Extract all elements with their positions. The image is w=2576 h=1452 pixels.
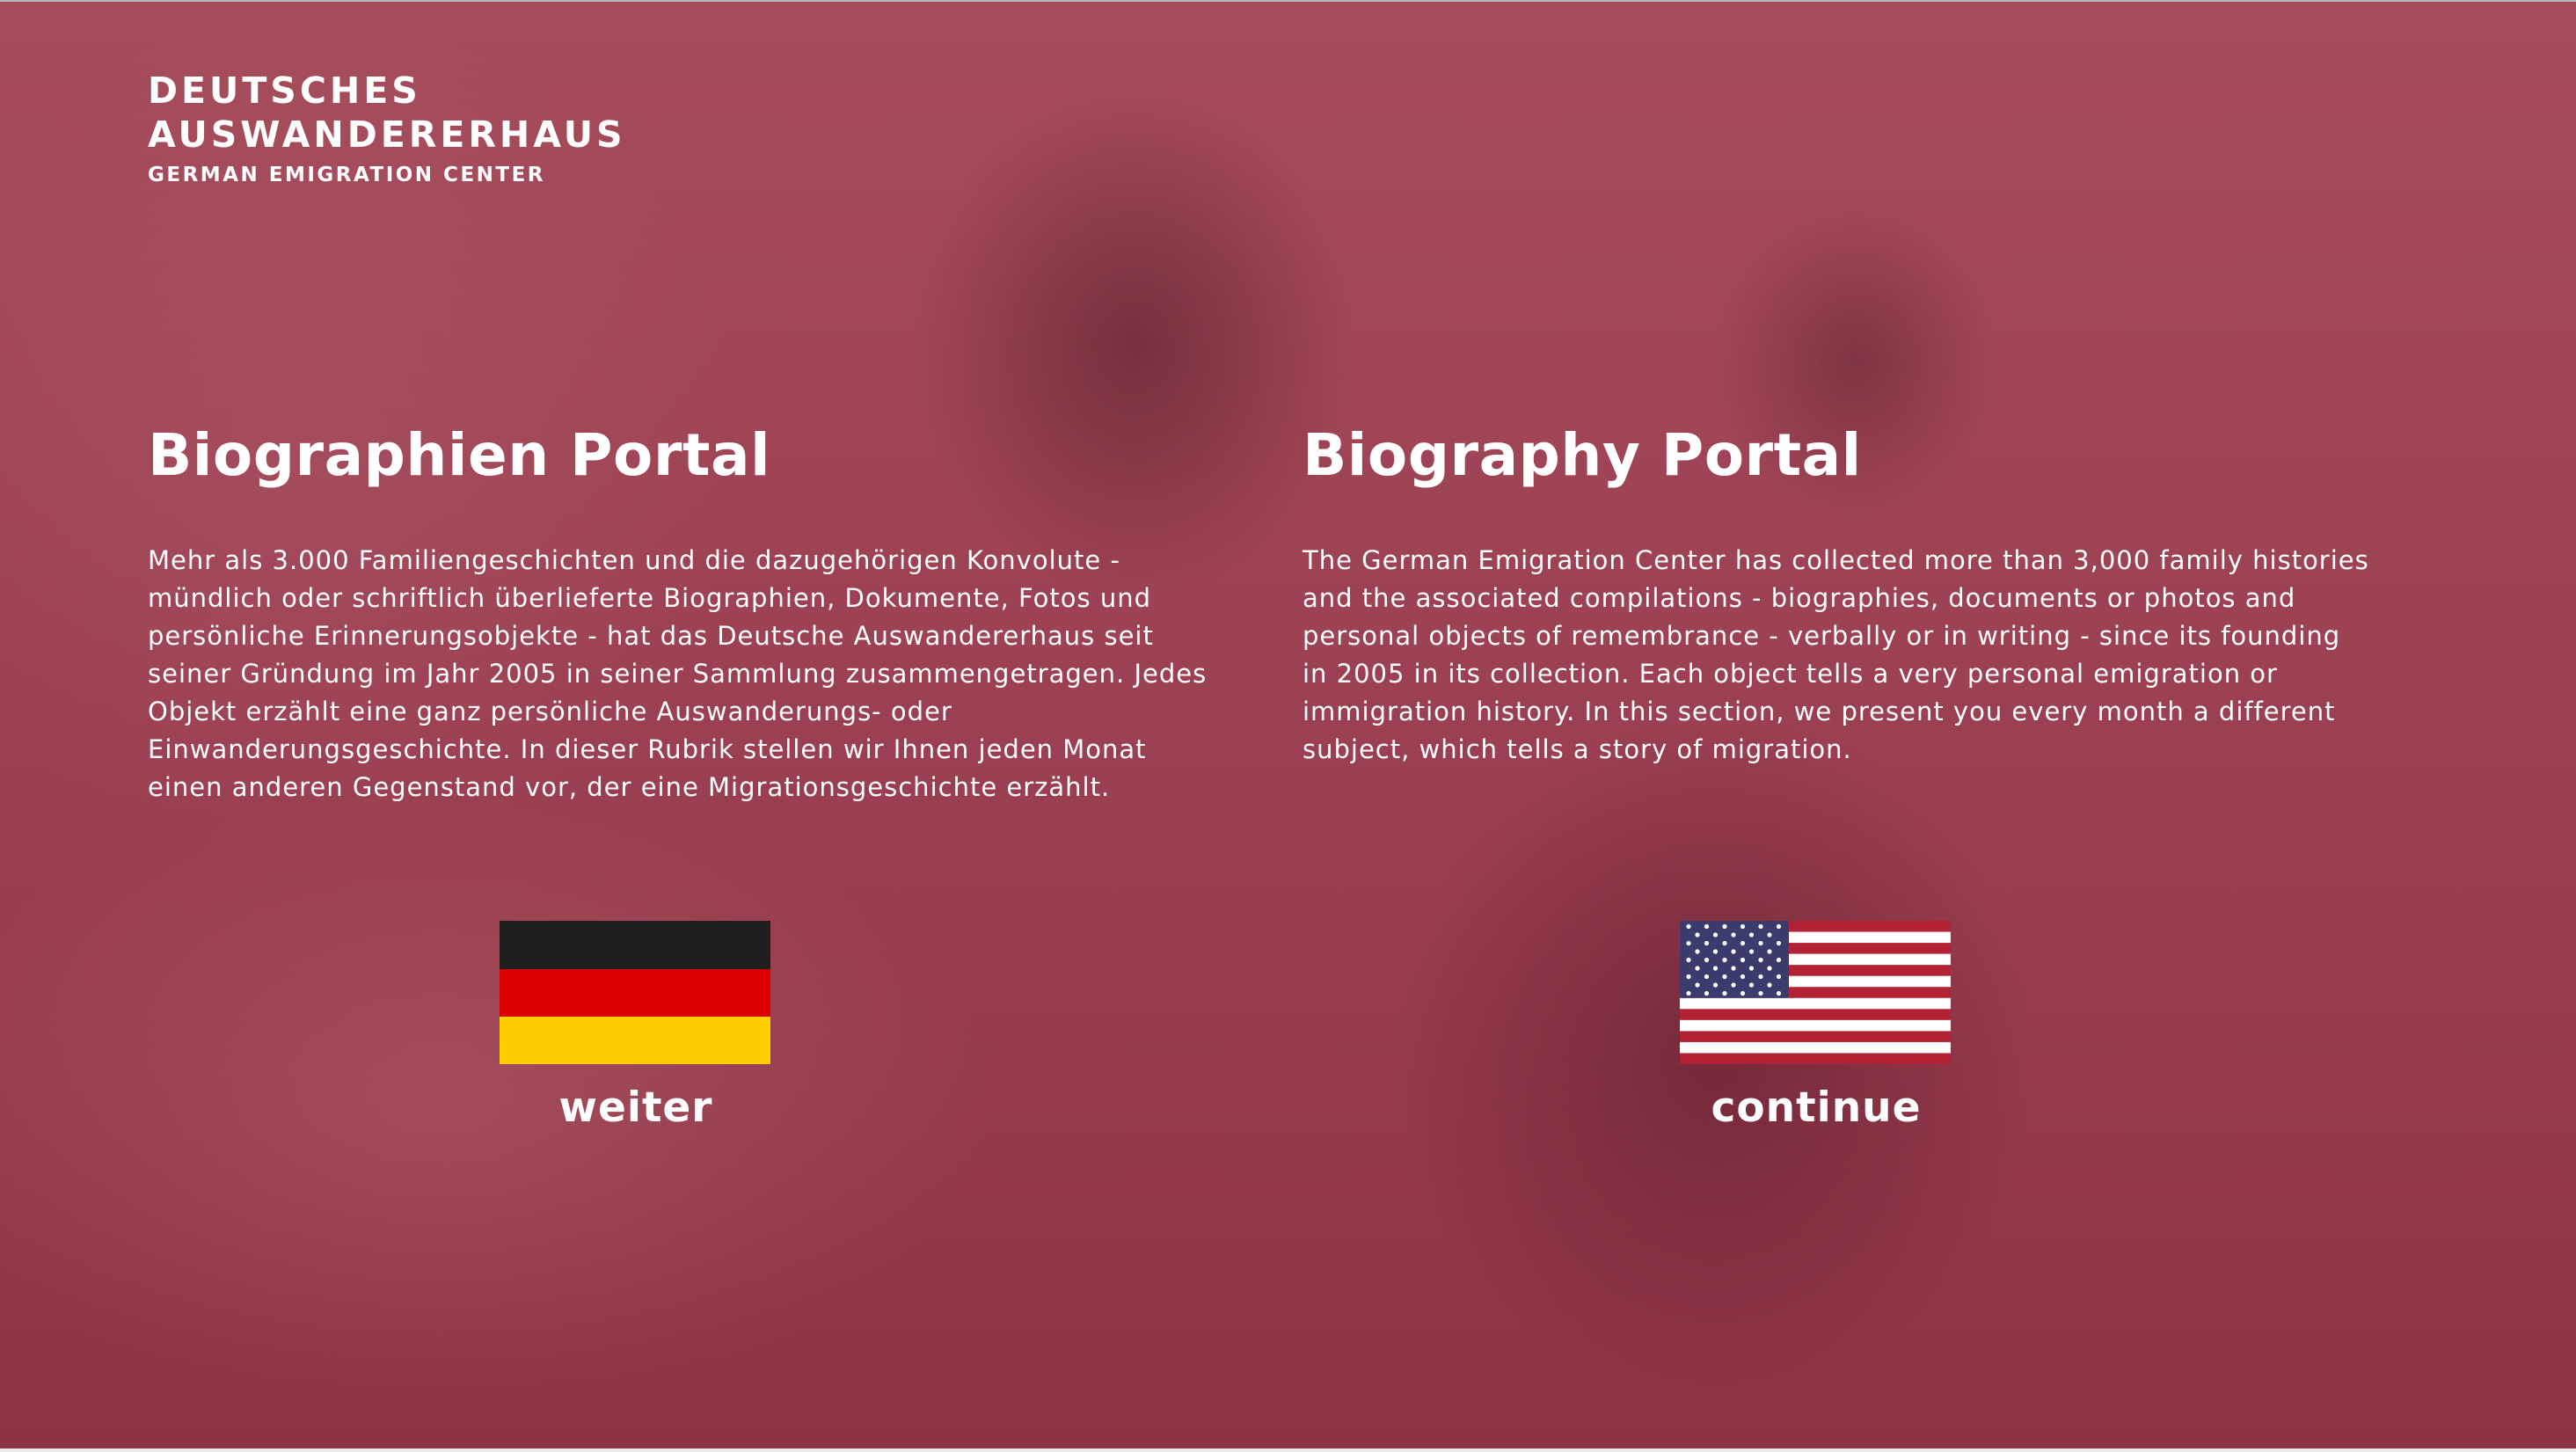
english-section: Biography Portal The German Emigration C… [1303, 413, 2437, 769]
english-continue-button[interactable]: continue [1680, 921, 1952, 1132]
german-description: Mehr als 3.000 Familiengeschichten und d… [148, 545, 1208, 802]
german-title: Biographien Portal [148, 421, 771, 489]
german-section: Biographien Portal Mehr als 3.000 Famili… [148, 413, 1282, 806]
logo-line-2: AUSWANDERERHAUS [148, 113, 626, 156]
english-continue-label[interactable]: continue [1680, 1084, 1952, 1132]
german-flag-icon[interactable] [500, 921, 770, 1064]
english-description: The German Emigration Center has collect… [1303, 545, 2369, 764]
us-flag-icon[interactable] [1680, 921, 1951, 1064]
bottom-border [0, 1448, 2576, 1452]
logo[interactable]: DEUTSCHES AUSWANDERERHAUS GERMAN EMIGRAT… [148, 69, 626, 186]
logo-subtitle: GERMAN EMIGRATION CENTER [148, 164, 546, 186]
english-title: Biography Portal [1303, 421, 1862, 489]
german-continue-label[interactable]: weiter [500, 1084, 772, 1132]
german-continue-button[interactable]: weiter [500, 921, 772, 1132]
top-border [0, 0, 2576, 2]
logo-line-1: DEUTSCHES [148, 69, 421, 112]
